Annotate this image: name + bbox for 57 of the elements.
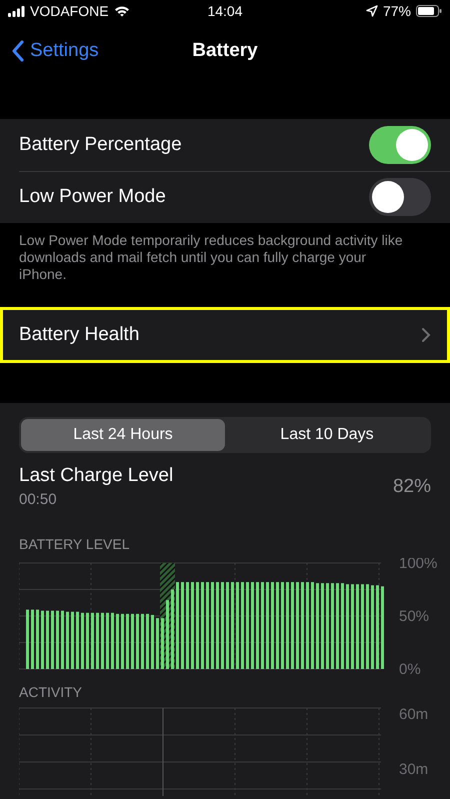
battery-bar — [36, 610, 39, 669]
battery-bar — [71, 612, 74, 669]
battery-bar — [86, 612, 89, 669]
chart-title: BATTERY LEVEL — [19, 536, 130, 552]
toggle-switch[interactable] — [369, 178, 431, 216]
axis-label: 60m — [399, 706, 428, 723]
battery-bar — [101, 612, 104, 669]
axis-label: 30m — [399, 761, 428, 778]
battery-bar — [96, 612, 99, 669]
last-charge-label: Last Charge Level — [19, 465, 174, 487]
last-charge-value: 82% — [392, 476, 431, 498]
toggle-switch[interactable] — [369, 126, 431, 164]
battery-bar — [51, 610, 54, 669]
battery-bar — [126, 614, 129, 669]
battery-bar — [26, 610, 29, 669]
wifi-icon — [114, 5, 130, 17]
battery-bar — [121, 614, 124, 669]
battery-bar — [41, 610, 44, 669]
battery-bar — [161, 618, 164, 669]
location-arrow-icon — [366, 5, 378, 17]
clock-time: 14:04 — [207, 3, 243, 19]
range-tab[interactable]: Last 10 Days — [225, 419, 429, 451]
page-title: Battery — [192, 40, 258, 61]
battery-bar — [56, 610, 59, 669]
low-power-description: Low Power Mode temporarily reduces background activity like downloads and mail fetch until you can fully charge your iPhone. — [18, 231, 404, 284]
battery-bar — [116, 614, 119, 669]
battery-bar — [91, 612, 94, 669]
battery-bar — [111, 612, 114, 669]
battery-bar — [131, 614, 134, 669]
battery-bar — [81, 612, 84, 669]
signal-icon — [8, 6, 25, 16]
axis-label: 50% — [399, 608, 430, 625]
setting-label: Battery Percentage — [19, 134, 183, 156]
setting-label: Low Power Mode — [19, 186, 167, 208]
battery-icon — [416, 5, 442, 17]
battery-bar — [61, 610, 64, 669]
chevron-left-icon — [12, 40, 24, 62]
battery-bar — [156, 618, 159, 669]
chart-title: ACTIVITY — [19, 684, 82, 700]
battery-percentage: 77% — [382, 3, 411, 19]
battery-bar — [31, 610, 34, 669]
battery-bar — [151, 614, 154, 669]
battery-bar — [146, 614, 149, 669]
battery-bar — [76, 612, 79, 669]
battery-bar — [46, 610, 49, 669]
carrier-name: VODAFONE — [30, 3, 109, 19]
back-button[interactable]: Settings — [12, 40, 99, 62]
battery-health-row[interactable]: Battery Health — [0, 307, 450, 363]
battery-bar — [136, 614, 139, 669]
axis-label: 0% — [399, 661, 421, 674]
battery-bar — [66, 612, 69, 669]
battery-bar — [166, 600, 169, 669]
chevron-right-icon — [421, 327, 431, 343]
range-tab[interactable]: Last 24 Hours — [21, 419, 225, 451]
last-charge-time: 00:50 — [19, 491, 57, 508]
battery-bar — [141, 614, 144, 669]
battery-bar — [106, 612, 109, 669]
